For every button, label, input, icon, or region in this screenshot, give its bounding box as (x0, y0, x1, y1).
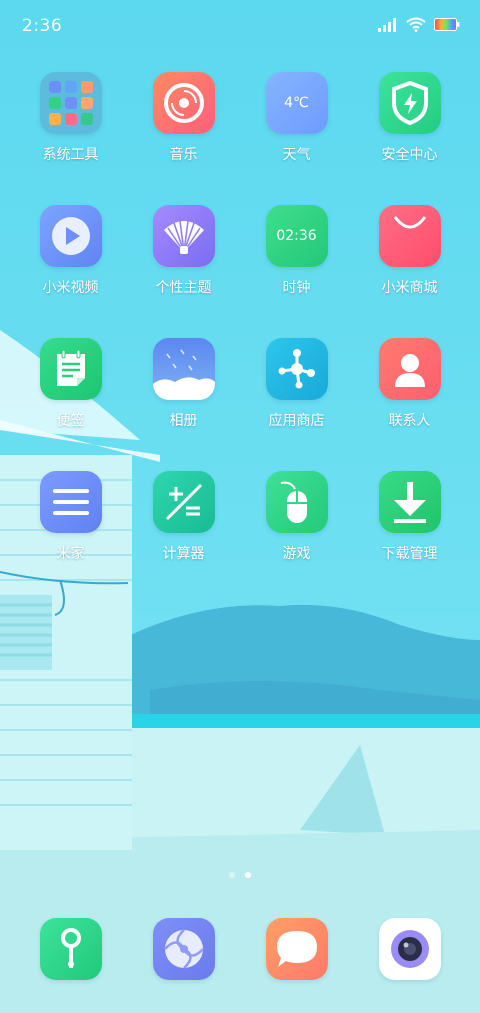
system-tools-folder-icon (39, 72, 102, 134)
app-label: 音乐 (169, 147, 198, 163)
browser-icon (152, 918, 215, 980)
dock (14, 918, 466, 980)
page-dot[interactable] (229, 872, 235, 878)
app-contacts[interactable]: 联系人 (353, 338, 466, 471)
app-label: 小米商城 (381, 280, 438, 296)
wifi-icon (406, 17, 426, 32)
app-label: 便签 (56, 413, 85, 429)
app-mi-store[interactable]: 小米商城 (353, 205, 466, 338)
mi-store-bag-icon (378, 205, 441, 267)
app-label: 个性主题 (155, 280, 212, 296)
dock-camera[interactable] (353, 918, 466, 980)
themes-fan-icon (152, 205, 215, 267)
app-clock[interactable]: 02:36 时钟 (240, 205, 353, 338)
app-calculator[interactable]: 计算器 (127, 471, 240, 604)
app-label: 下载管理 (381, 546, 438, 562)
app-label: 相册 (169, 413, 198, 429)
app-mijia[interactable]: 米家 (14, 471, 127, 604)
camera-icon (378, 918, 441, 980)
weather-temp: 4℃ (284, 95, 309, 111)
app-themes[interactable]: 个性主题 (127, 205, 240, 338)
messages-icon (265, 918, 328, 980)
dock-browser[interactable] (127, 918, 240, 980)
app-grid: 系统工具 音乐 4℃ 天气 安全中心 小米视频 个性主题 02:36 时钟 小米… (14, 72, 466, 604)
download-icon (378, 471, 441, 533)
gallery-icon (152, 338, 215, 400)
notes-icon (39, 338, 102, 400)
app-security-center[interactable]: 安全中心 (353, 72, 466, 205)
status-icons (378, 17, 460, 32)
app-notes[interactable]: 便签 (14, 338, 127, 471)
dock-phone[interactable] (14, 918, 127, 980)
app-label: 米家 (56, 546, 85, 562)
app-label: 安全中心 (381, 147, 438, 163)
battery-icon (434, 18, 460, 31)
page-dot-active[interactable] (245, 872, 251, 878)
music-disc-icon (152, 72, 215, 134)
app-label: 计算器 (162, 546, 205, 562)
app-app-store[interactable]: 应用商店 (240, 338, 353, 471)
mijia-menu-icon (39, 471, 102, 533)
app-system-tools[interactable]: 系统工具 (14, 72, 127, 205)
calculator-icon (152, 471, 215, 533)
app-download-manager[interactable]: 下载管理 (353, 471, 466, 604)
app-label: 联系人 (388, 413, 431, 429)
contacts-icon (378, 338, 441, 400)
clock-time: 02:36 (276, 228, 317, 244)
app-mi-video[interactable]: 小米视频 (14, 205, 127, 338)
app-label: 游戏 (282, 546, 311, 562)
clock-icon: 02:36 (265, 205, 328, 267)
status-bar: 2:36 (0, 0, 480, 52)
signal-icon (378, 17, 396, 32)
status-time: 2:36 (22, 16, 63, 36)
game-mouse-icon (265, 471, 328, 533)
app-games[interactable]: 游戏 (240, 471, 353, 604)
app-store-icon (265, 338, 328, 400)
app-label: 系统工具 (42, 147, 99, 163)
page-indicator (0, 872, 480, 878)
video-play-icon (39, 205, 102, 267)
app-label: 应用商店 (268, 413, 325, 429)
app-music[interactable]: 音乐 (127, 72, 240, 205)
app-weather[interactable]: 4℃ 天气 (240, 72, 353, 205)
app-label: 小米视频 (42, 280, 99, 296)
app-label: 天气 (282, 147, 311, 163)
weather-icon: 4℃ (265, 72, 328, 134)
phone-icon (39, 918, 102, 980)
security-shield-icon (378, 72, 441, 134)
dock-messages[interactable] (240, 918, 353, 980)
app-label: 时钟 (282, 280, 311, 296)
app-gallery[interactable]: 相册 (127, 338, 240, 471)
